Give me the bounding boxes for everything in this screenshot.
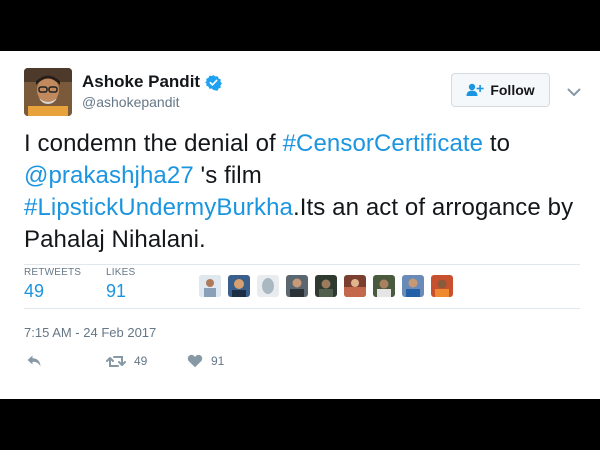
tweet-text-segment: I condemn the denial of (24, 130, 283, 157)
retweet-icon (106, 355, 126, 367)
liker-avatar[interactable] (315, 275, 337, 297)
author-avatar[interactable] (24, 68, 72, 116)
liker-avatar[interactable] (373, 275, 395, 297)
follow-label: Follow (490, 82, 535, 98)
likes-count[interactable]: 91 (106, 281, 135, 302)
mention-link[interactable]: @prakashjha27 (24, 162, 194, 189)
likes-stat[interactable]: LIKES 91 (106, 267, 135, 302)
tweet-text-segment: to (483, 130, 511, 157)
divider (24, 264, 580, 265)
liker-avatar[interactable] (228, 275, 250, 297)
likes-label: LIKES (106, 267, 136, 278)
hashtag-link[interactable]: #LipstickUndermyBurkha (24, 194, 293, 221)
follow-button[interactable]: Follow (451, 73, 550, 107)
tweet-text-segment: 's film (193, 162, 262, 189)
liker-avatar[interactable] (344, 275, 366, 297)
retweets-label: RETWEETS (24, 267, 82, 278)
reply-button[interactable] (26, 354, 42, 368)
author-info[interactable]: Ashoke Pandit @ashokepandit (82, 72, 223, 110)
liker-avatar[interactable] (199, 275, 221, 297)
heart-icon (187, 354, 203, 368)
author-display-name[interactable]: Ashoke Pandit (82, 72, 223, 92)
hashtag-link[interactable]: #CensorCertificate (283, 130, 484, 157)
liker-avatar[interactable] (257, 275, 279, 297)
liker-avatars (199, 275, 460, 297)
verified-badge-icon (205, 74, 223, 91)
like-button[interactable]: 91 (187, 354, 224, 368)
chevron-down-icon[interactable] (567, 84, 581, 102)
add-user-icon (466, 83, 484, 96)
divider (24, 308, 580, 309)
retweets-stat[interactable]: RETWEETS 49 (24, 267, 81, 302)
retweet-button[interactable]: 49 (106, 354, 147, 368)
tweet-text: I condemn the denial of #CensorCertifica… (24, 128, 584, 256)
retweets-count[interactable]: 49 (24, 281, 81, 302)
liker-avatar[interactable] (431, 275, 453, 297)
author-handle[interactable]: @ashokepandit (82, 94, 222, 110)
display-name-text[interactable]: Ashoke Pandit (82, 72, 200, 92)
like-count: 91 (211, 354, 225, 368)
liker-avatar[interactable] (402, 275, 424, 297)
tweet-card: Ashoke Pandit @ashokepandit Follow I con… (0, 51, 600, 399)
retweet-count: 49 (134, 354, 148, 368)
tweet-timestamp[interactable]: 7:15 AM - 24 Feb 2017 (24, 325, 156, 340)
liker-avatar[interactable] (286, 275, 308, 297)
reply-icon (27, 355, 41, 367)
